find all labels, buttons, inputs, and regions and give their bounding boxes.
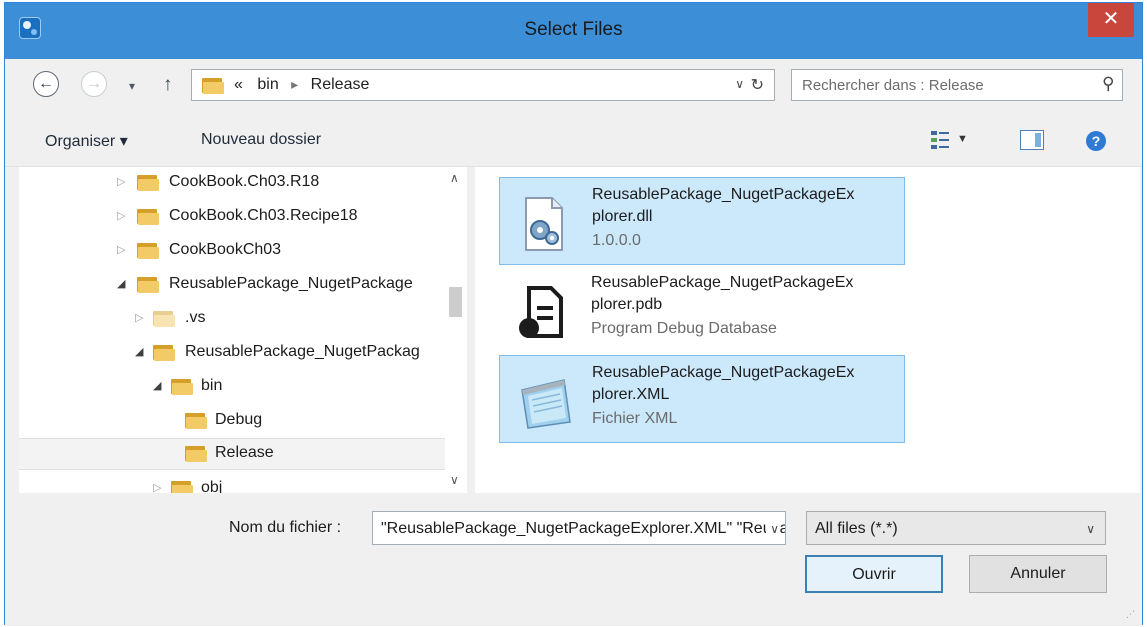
pdb-document-icon <box>517 284 567 340</box>
file-tile[interactable]: ReusablePackage_NugetPackageEx plorer.pd… <box>499 266 905 354</box>
help-icon[interactable]: ? <box>1086 131 1106 151</box>
file-description: Program Debug Database <box>591 320 777 337</box>
breadcrumb-overflow[interactable]: « <box>234 76 243 93</box>
file-list[interactable]: ReusablePackage_NugetPackageEx plorer.dl… <box>475 167 1140 493</box>
xml-notepad-icon <box>518 374 571 430</box>
open-button[interactable]: Ouvrir <box>805 555 943 593</box>
breadcrumb: « bin ▸ Release <box>234 76 369 94</box>
navigation-bar: ← → ▾ ↑ « bin ▸ Release ∨ ↻ Rechercher d… <box>5 59 1142 111</box>
tree-item-label: Release <box>215 444 274 461</box>
address-bar[interactable]: « bin ▸ Release ∨ ↻ <box>191 69 775 101</box>
tree-scrollbar[interactable]: ∧ ∨ <box>445 167 467 493</box>
search-input[interactable]: Rechercher dans : Release ⚲ <box>791 69 1123 101</box>
expand-arrow-icon[interactable]: ▷ <box>117 175 125 188</box>
file-description: Fichier XML <box>592 410 678 427</box>
tree-item[interactable]: ▷ CookBook.Ch03.R18 <box>19 167 467 199</box>
tree-item-selected[interactable]: Release <box>19 438 467 470</box>
dialog-footer: Nom du fichier : "ReusablePackage_NugetP… <box>5 493 1142 626</box>
search-placeholder: Rechercher dans : Release <box>802 77 984 94</box>
breadcrumb-separator[interactable]: ▸ <box>291 76 298 92</box>
folder-icon <box>185 446 207 462</box>
file-description: 1.0.0.0 <box>592 232 641 249</box>
expand-arrow-icon[interactable]: ▷ <box>117 243 125 256</box>
tree-item-label: ReusablePackage_NugetPackage <box>169 275 413 292</box>
hidden-folder-icon <box>153 311 175 327</box>
file-type-select[interactable]: All files (*.*) ∨ <box>806 511 1106 545</box>
tree-item[interactable]: ◢ ReusablePackage_NugetPackag <box>19 337 467 369</box>
tree-item[interactable]: ◢ ReusablePackage_NugetPackage <box>19 269 467 301</box>
breadcrumb-release[interactable]: Release <box>311 76 370 93</box>
preview-pane-icon[interactable] <box>1020 130 1044 150</box>
chevron-down-icon[interactable]: ∨ <box>1086 522 1095 536</box>
breadcrumb-bin[interactable]: bin <box>257 76 278 93</box>
scroll-down-icon[interactable]: ∨ <box>450 473 459 487</box>
close-button[interactable]: ✕ <box>1088 3 1134 37</box>
view-dropdown-icon[interactable]: ▼ <box>957 133 968 145</box>
refresh-icon[interactable]: ↻ <box>751 75 764 95</box>
address-dropdown-icon[interactable]: ∨ <box>735 77 744 91</box>
tree-item[interactable]: ▷ .vs <box>19 303 467 335</box>
file-name-line1: ReusablePackage_NugetPackageEx <box>591 274 854 291</box>
up-one-level-button[interactable]: ↑ <box>163 74 173 96</box>
filename-input[interactable]: "ReusablePackage_NugetPackageExplorer.XM… <box>372 511 786 545</box>
collapse-arrow-icon[interactable]: ◢ <box>153 379 161 392</box>
resize-grip-icon[interactable]: ⋰ <box>1126 609 1136 620</box>
new-folder-button[interactable]: Nouveau dossier <box>201 131 321 149</box>
folder-open-icon <box>137 277 159 293</box>
folder-open-icon <box>153 345 175 361</box>
tree-item-label: CookBookCh03 <box>169 241 282 258</box>
tree-item[interactable]: ▷ CookBook.Ch03.Recipe18 <box>19 201 467 233</box>
navigation-tree[interactable]: ▷ CookBook.Ch03.R18 ▷ CookBook.Ch03.Reci… <box>19 167 467 493</box>
folder-icon <box>171 481 193 493</box>
tree-item-label: Debug <box>215 411 263 428</box>
tree-item-label: CookBook.Ch03.Recipe18 <box>169 207 358 224</box>
tree-item-label: bin <box>201 377 223 394</box>
file-name-line1: ReusablePackage_NugetPackageEx <box>592 364 855 381</box>
file-name-line2: plorer.XML <box>592 386 670 403</box>
tree-item[interactable]: ▷ obj <box>19 473 467 493</box>
file-type-value: All files (*.*) <box>815 520 898 537</box>
folder-icon <box>137 243 159 259</box>
command-toolbar: Organiser ▾ Nouveau dossier ▼ ? <box>5 111 1142 167</box>
select-files-dialog: Select Files ✕ ← → ▾ ↑ « bin ▸ Release ∨… <box>4 2 1143 626</box>
back-button[interactable]: ← <box>33 71 59 97</box>
collapse-arrow-icon[interactable]: ◢ <box>117 277 125 290</box>
window-title: Select Files <box>524 19 623 40</box>
file-name-line2: plorer.pdb <box>591 296 663 313</box>
filename-label: Nom du fichier : <box>229 519 342 536</box>
expand-arrow-icon[interactable]: ▷ <box>117 209 125 222</box>
tree-item[interactable]: Debug <box>19 405 467 437</box>
folder-open-icon <box>171 379 193 395</box>
search-icon[interactable]: ⚲ <box>1102 74 1114 94</box>
tree-item[interactable]: ◢ bin <box>19 371 467 403</box>
tree-item-label: ReusablePackage_NugetPackag <box>185 343 420 360</box>
expand-arrow-icon[interactable]: ▷ <box>153 481 161 493</box>
filename-dropdown-icon[interactable]: ∨ <box>766 522 779 536</box>
organize-button[interactable]: Organiser ▾ <box>45 131 128 151</box>
folder-icon <box>202 78 224 94</box>
file-tile[interactable]: ReusablePackage_NugetPackageEx plorer.dl… <box>499 177 905 265</box>
file-name-line2: plorer.dll <box>592 208 653 225</box>
folder-icon <box>185 413 207 429</box>
file-tile[interactable]: ReusablePackage_NugetPackageEx plorer.XM… <box>499 355 905 443</box>
title-bar[interactable]: Select Files ✕ <box>5 3 1142 59</box>
tree-item[interactable]: ▷ CookBookCh03 <box>19 235 467 267</box>
scroll-thumb[interactable] <box>449 287 462 317</box>
view-options-icon[interactable] <box>931 131 949 149</box>
collapse-arrow-icon[interactable]: ◢ <box>135 345 143 358</box>
expand-arrow-icon[interactable]: ▷ <box>135 311 143 324</box>
filename-value[interactable]: "ReusablePackage_NugetPackageExplorer.XM… <box>381 520 785 538</box>
scroll-up-icon[interactable]: ∧ <box>450 171 459 185</box>
tree-item-label: obj <box>201 479 223 493</box>
tree-item-label: .vs <box>185 309 206 326</box>
recent-locations-dropdown[interactable]: ▾ <box>129 79 135 93</box>
cancel-button[interactable]: Annuler <box>969 555 1107 593</box>
file-name-line1: ReusablePackage_NugetPackageEx <box>592 186 855 203</box>
tree-item-label: CookBook.Ch03.R18 <box>169 173 320 190</box>
folder-icon <box>137 175 159 191</box>
folder-icon <box>137 209 159 225</box>
dll-gear-icon <box>518 196 568 252</box>
forward-button[interactable]: → <box>81 71 107 97</box>
